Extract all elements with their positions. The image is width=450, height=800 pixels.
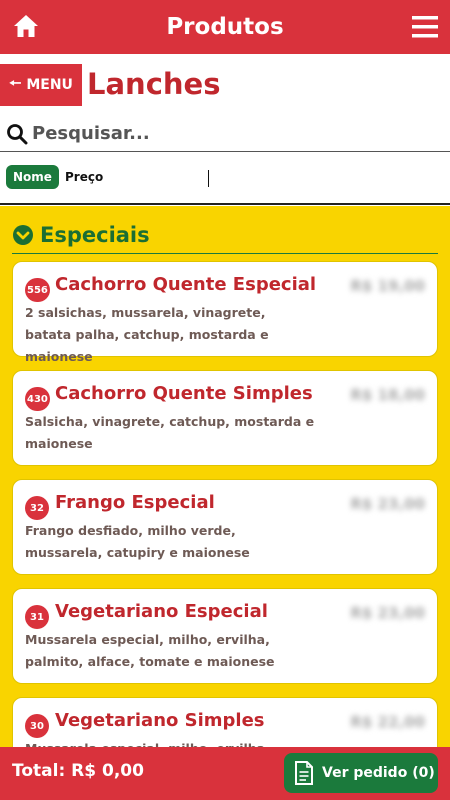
chevron-down-circle-icon	[13, 224, 33, 245]
product-price: R$ 19,00	[350, 277, 425, 295]
arrow-left-icon: 🠔	[9, 76, 22, 92]
product-card[interactable]: 32 Frango Especial R$ 23,00 Frango desfi…	[12, 479, 438, 575]
product-name: Vegetariano Especial	[55, 601, 268, 622]
product-card[interactable]: 30 Vegetariano Simples R$ 22,00 Mussarel…	[12, 697, 438, 747]
product-count-badge: 430	[25, 387, 50, 411]
back-to-menu-button[interactable]: 🠔 MENU	[0, 64, 82, 106]
product-name: Frango Especial	[55, 492, 215, 513]
product-description: Mussarela especial, milho, ervilha, alfa…	[25, 738, 315, 747]
product-card[interactable]: 430 Cachorro Quente Simples R$ 18,00 Sal…	[12, 370, 438, 466]
section-title: Especiais	[40, 222, 150, 247]
view-order-label: Ver pedido (0)	[322, 765, 435, 781]
product-price: R$ 18,00	[350, 386, 425, 404]
order-total: Total: R$ 0,00	[12, 761, 144, 781]
product-description: Salsicha, vinagrete, catchup, mostarda e…	[25, 414, 315, 451]
header-title: Produtos	[166, 14, 284, 40]
product-card[interactable]: 556 Cachorro Quente Especial R$ 19,00 2 …	[12, 261, 438, 364]
text-cursor	[208, 170, 209, 187]
back-button-label: MENU	[26, 77, 73, 93]
product-count-badge: 30	[25, 714, 49, 738]
product-price: R$ 22,00	[350, 713, 425, 731]
product-price: R$ 23,00	[350, 495, 425, 513]
view-order-button[interactable]: Ver pedido (0)	[284, 753, 438, 793]
product-description: Frango desfiado, milho verde, mussarela,…	[25, 523, 250, 560]
product-card[interactable]: 31 Vegetariano Especial R$ 23,00 Mussare…	[12, 588, 438, 684]
product-name: Vegetariano Simples	[55, 710, 265, 731]
section-header[interactable]: Especiais	[12, 216, 438, 254]
search-icon	[7, 123, 28, 144]
product-name: Cachorro Quente Especial	[55, 274, 317, 295]
subheader: 🠔 MENU Lanches	[0, 54, 450, 116]
cart-footer: Total: R$ 0,00 Ver pedido (0)	[0, 747, 450, 800]
product-count-badge: 556	[25, 278, 50, 302]
home-icon[interactable]	[12, 12, 40, 40]
search-bar	[0, 116, 450, 152]
sort-by-price-button[interactable]: Preço	[65, 170, 103, 184]
page-title: Lanches	[87, 67, 221, 101]
sort-by-name-button[interactable]: Nome	[6, 165, 59, 189]
product-description: Mussarela especial, milho, ervilha, palm…	[25, 632, 275, 669]
product-price: R$ 23,00	[350, 604, 425, 622]
hamburger-menu-icon[interactable]	[412, 15, 438, 39]
document-icon	[295, 761, 313, 785]
product-name: Cachorro Quente Simples	[55, 383, 313, 404]
product-count-badge: 31	[25, 605, 49, 629]
product-description: 2 salsichas, mussarela, vinagrete, batat…	[25, 305, 269, 364]
product-count-badge: 32	[25, 496, 49, 520]
search-input[interactable]	[32, 123, 432, 144]
sort-bar: Nome Preço	[0, 153, 450, 205]
app-header: Produtos	[0, 0, 450, 54]
product-list: Especiais 556 Cachorro Quente Especial R…	[0, 206, 450, 747]
